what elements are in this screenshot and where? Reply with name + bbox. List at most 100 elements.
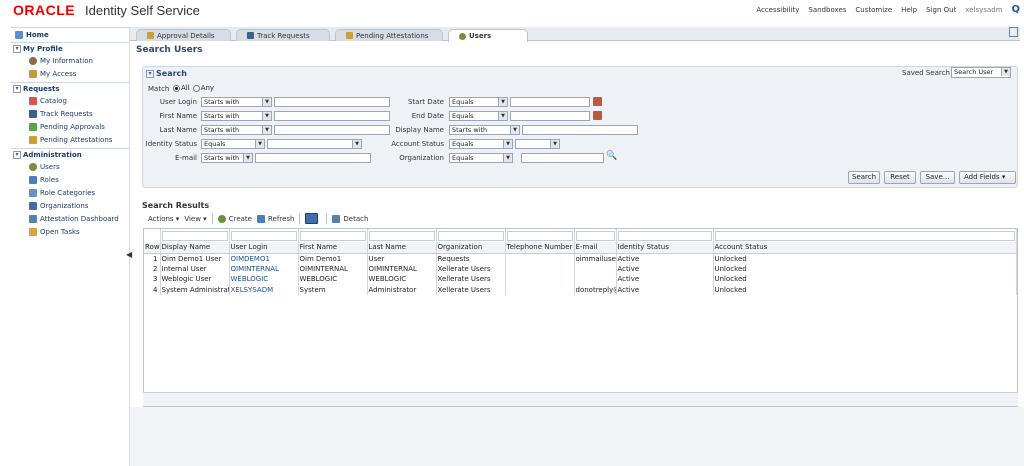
- column-header[interactable]: Organization: [436, 242, 506, 254]
- filter-input[interactable]: [299, 230, 366, 241]
- column-header[interactable]: Account Status: [713, 242, 1017, 254]
- sidebar-section-my-profile[interactable]: ▾ My Profile: [11, 43, 129, 54]
- tab-approval-details[interactable]: Approval Details: [136, 29, 231, 41]
- collapse-icon[interactable]: ▾: [13, 151, 21, 159]
- tab-users[interactable]: Users: [448, 29, 528, 42]
- identity-status-select[interactable]: ▼: [267, 139, 362, 149]
- help-link[interactable]: Help: [901, 6, 917, 14]
- tab-track-requests[interactable]: Track Requests: [236, 29, 330, 41]
- chevron-down-icon: ▼: [503, 140, 512, 148]
- actions-menu[interactable]: Actions ▾: [148, 215, 179, 223]
- organization-input[interactable]: [521, 153, 604, 163]
- save-button[interactable]: Save...: [920, 171, 955, 184]
- collapse-icon[interactable]: ▾: [146, 69, 154, 78]
- sidebar-item-users[interactable]: Users: [11, 160, 129, 173]
- table-row[interactable]: 4System AdministratorXELSYSADMSystemAdmi…: [144, 284, 1017, 295]
- sidebar-item-catalog[interactable]: Catalog: [11, 94, 129, 107]
- view-menu[interactable]: View ▾: [184, 215, 206, 223]
- sidebar-item-attestation-dashboard[interactable]: Attestation Dashboard: [11, 212, 129, 225]
- sidebar-item-pending-attestations[interactable]: Pending Attestations: [11, 133, 129, 146]
- reset-button[interactable]: Reset: [884, 171, 916, 184]
- column-header[interactable]: User Login: [229, 242, 299, 254]
- accessibility-link[interactable]: Accessibility: [756, 6, 799, 14]
- search-button[interactable]: Search: [848, 171, 880, 184]
- sidebar-item-role-categories[interactable]: Role Categories: [11, 186, 129, 199]
- user-login-link[interactable]: WEBLOGIC: [229, 274, 299, 285]
- filter-input[interactable]: [230, 230, 297, 241]
- end-date-input[interactable]: [510, 111, 590, 121]
- sidebar-home[interactable]: Home: [11, 28, 129, 42]
- sidebar-item-open-tasks[interactable]: Open Tasks: [11, 225, 129, 238]
- sidebar-item-track-requests[interactable]: Track Requests: [11, 107, 129, 120]
- end-date-operator[interactable]: Equals ▼: [449, 111, 508, 121]
- column-header[interactable]: Display Name: [160, 242, 230, 254]
- search-icon[interactable]: 🔍: [606, 151, 617, 161]
- calendar-icon[interactable]: [593, 97, 602, 106]
- add-fields-button[interactable]: Add Fields ▾: [959, 171, 1016, 184]
- calendar-icon[interactable]: [593, 111, 602, 120]
- search-icon[interactable]: Q: [1011, 4, 1020, 15]
- organization-operator[interactable]: Equals ▼: [449, 153, 513, 163]
- user-login-operator[interactable]: Starts with ▼: [201, 97, 272, 107]
- user-login-input[interactable]: [274, 97, 390, 107]
- tab-pending-attestations[interactable]: Pending Attestations: [335, 29, 443, 41]
- sign-out-link[interactable]: Sign Out: [926, 6, 956, 14]
- page-title: Search Users: [136, 45, 203, 55]
- column-header[interactable]: Row: [144, 242, 161, 254]
- sidebar-item-organizations[interactable]: Organizations: [11, 199, 129, 212]
- column-header[interactable]: Identity Status: [616, 242, 714, 254]
- filter-input[interactable]: [714, 230, 1015, 241]
- table-row[interactable]: 2 Internal User OIMINTERNAL OIMINTERNAL OIMI…: [144, 263, 1017, 274]
- start-date-operator[interactable]: Equals ▼: [449, 97, 508, 107]
- collapse-icon[interactable]: ▾: [13, 45, 21, 53]
- account-status-select[interactable]: ▼: [515, 139, 560, 149]
- table-row[interactable]: 3 Weblogic User WEBLOGIC WEBLOGIC WEBLOGIC Xe…: [144, 274, 1017, 285]
- display-name-input[interactable]: [522, 125, 638, 135]
- sidebar-item-pending-approvals[interactable]: Pending Approvals: [11, 120, 129, 133]
- sandboxes-link[interactable]: Sandboxes: [808, 6, 846, 14]
- filter-input[interactable]: [617, 230, 712, 241]
- column-header[interactable]: E-mail: [574, 242, 617, 254]
- user-login-link[interactable]: XELSYSADM: [229, 284, 299, 295]
- last-name-operator[interactable]: Starts with ▼: [201, 125, 272, 135]
- filter-input[interactable]: [575, 230, 615, 241]
- collapse-sidebar-icon[interactable]: ◀: [126, 250, 132, 259]
- sidebar-section-administration[interactable]: ▾ Administration: [11, 149, 129, 160]
- search-header[interactable]: ▾ Search: [146, 69, 187, 78]
- start-date-input[interactable]: [510, 97, 590, 107]
- first-name-input[interactable]: [274, 111, 390, 121]
- filter-input[interactable]: [161, 230, 228, 241]
- table-row[interactable]: 1 Oim Demo1 User OIMDEMO1 Oim Demo1 User Requ…: [144, 253, 1017, 264]
- filter-input[interactable]: [368, 230, 435, 241]
- column-header[interactable]: Telephone Number: [505, 242, 575, 254]
- refresh-button[interactable]: Refresh: [256, 214, 294, 223]
- sidebar-item-my-access[interactable]: My Access: [11, 67, 129, 80]
- sidebar-section-requests[interactable]: ▾ Requests: [11, 83, 129, 94]
- create-button[interactable]: Create: [217, 214, 252, 223]
- column-header[interactable]: Last Name: [367, 242, 437, 254]
- freeze-icon[interactable]: [305, 213, 319, 224]
- display-name-operator[interactable]: Starts with ▼: [449, 125, 520, 135]
- match-all-radio[interactable]: [173, 84, 180, 92]
- user-login-link[interactable]: OIMINTERNAL: [229, 263, 299, 274]
- filter-input[interactable]: [437, 230, 504, 241]
- identity-status-operator[interactable]: Equals ▼: [201, 139, 265, 149]
- filter-input[interactable]: [506, 230, 573, 241]
- column-header[interactable]: First Name: [298, 242, 368, 254]
- last-name-input[interactable]: [274, 125, 390, 135]
- first-name-operator[interactable]: Starts with ▼: [201, 111, 272, 121]
- account-status-operator[interactable]: Equals ▼: [449, 139, 513, 149]
- sidebar-item-roles[interactable]: Roles: [11, 173, 129, 186]
- email-operator[interactable]: Starts with ▼: [201, 153, 253, 163]
- sidebar-item-my-information[interactable]: My Information: [11, 54, 129, 67]
- user-login-link[interactable]: OIMDEMO1: [229, 253, 299, 264]
- match-any-radio[interactable]: [192, 84, 200, 92]
- detach-button[interactable]: Detach: [332, 214, 368, 223]
- saved-search-select[interactable]: Search User ▼: [951, 67, 1011, 78]
- customize-link[interactable]: Customize: [855, 6, 892, 14]
- collapse-icon[interactable]: ▾: [13, 85, 21, 93]
- email-input[interactable]: [255, 153, 371, 163]
- document-icon[interactable]: [1009, 27, 1018, 37]
- dashboard-icon: [29, 214, 37, 223]
- global-links: Accessibility Sandboxes Customize Help S…: [756, 4, 1020, 15]
